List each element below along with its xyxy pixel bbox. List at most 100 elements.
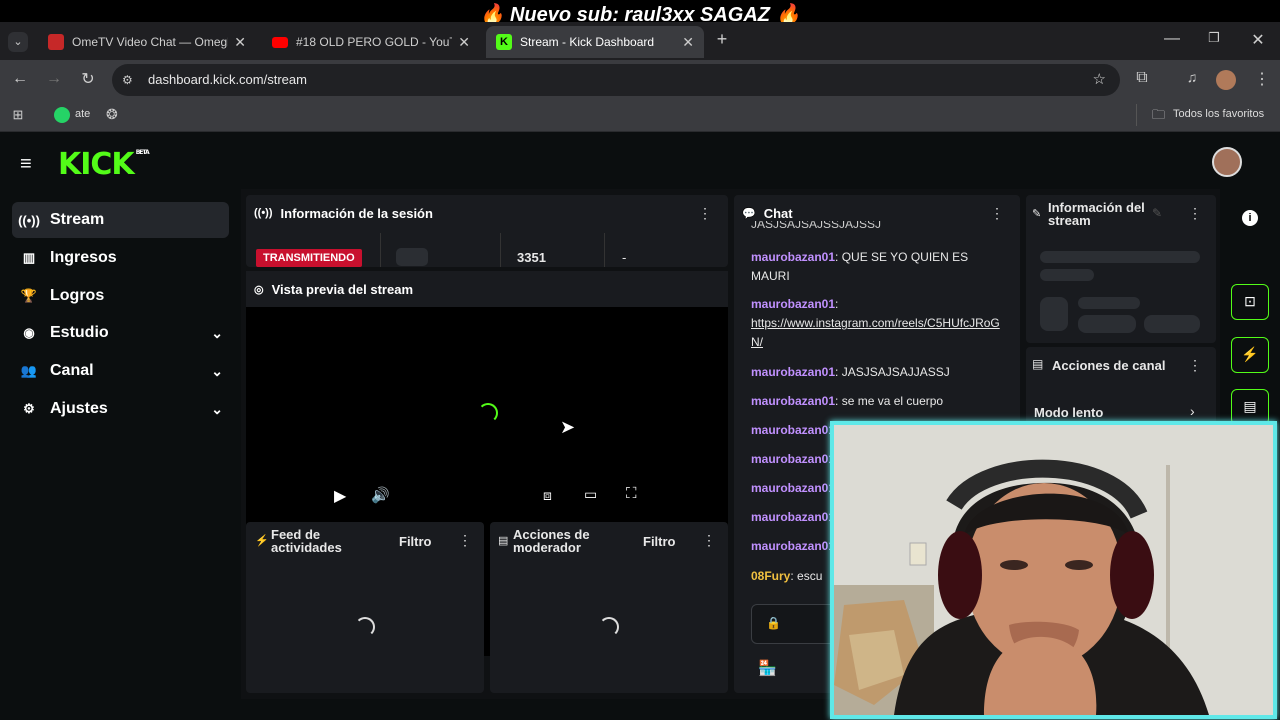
kick-logo[interactable]: KICK BETA — [58, 147, 150, 182]
close-tab-icon[interactable]: ✕ — [458, 34, 470, 51]
tab-title: Stream - Kick Dashboard — [520, 35, 655, 49]
edit-icon[interactable]: ✎ — [1152, 206, 1162, 220]
theater-mode-icon[interactable]: ▭ — [584, 486, 597, 503]
chevron-down-icon: ⌄ — [211, 324, 223, 341]
close-tab-icon[interactable]: ✕ — [234, 34, 246, 51]
forward-icon[interactable]: → — [42, 70, 66, 88]
all-favorites[interactable]: Todos los favoritos — [1173, 108, 1264, 120]
reload-icon[interactable]: ↻ — [76, 69, 100, 89]
sidebar-item-ingresos[interactable]: ▥ Ingresos — [12, 240, 229, 276]
chat-text: : JASJSAJSAJJASSJ — [835, 365, 950, 379]
sidebar-item-ajustes[interactable]: ⚙ Ajustes ⌄ — [12, 391, 229, 427]
skeleton-line — [1040, 269, 1094, 281]
browser-toolbar: ← → ↻ ⚙ dashboard.kick.com/stream ☆ ⧉ ♫ … — [0, 60, 1280, 100]
site-info-icon[interactable]: ⚙ — [122, 64, 133, 96]
more-options-icon[interactable]: ⋮ — [698, 205, 712, 222]
openai-icon[interactable]: ❂ — [106, 106, 118, 123]
minimize-icon[interactable]: — — [1160, 30, 1184, 48]
more-options-icon[interactable]: ⋮ — [458, 532, 472, 549]
bookmark-star-icon[interactable]: ☆ — [1093, 64, 1106, 96]
url-text: dashboard.kick.com/stream — [148, 72, 307, 87]
document-icon: ▤ — [498, 535, 509, 547]
apps-grid-icon[interactable]: ⊞ — [6, 107, 30, 123]
slow-mode-item[interactable]: Modo lento — [1034, 405, 1103, 420]
divider — [604, 233, 605, 267]
broadcast-icon: ((•)) — [18, 212, 40, 228]
sidebar-item-label: Estudio — [50, 324, 109, 341]
profile-avatar[interactable] — [1216, 70, 1236, 90]
chat-username[interactable]: maurobazan01 — [751, 423, 835, 437]
play-icon[interactable]: ▶ — [334, 486, 346, 506]
info-icon[interactable]: i — [1242, 210, 1258, 226]
more-options-icon[interactable]: ⋮ — [1188, 357, 1202, 374]
tab-youtube[interactable]: #18 OLD PERO GOLD - YouTube ✕ — [262, 26, 480, 58]
mouse-cursor-icon: ➤ — [560, 417, 576, 437]
tab-ometv[interactable]: OmeTV Video Chat — Omegle ✕ — [38, 26, 256, 58]
more-options-icon[interactable]: ⋮ — [702, 532, 716, 549]
gear-icon: ⚙ — [23, 401, 35, 416]
moderator-actions-panel: ▤ Acciones de moderador Filtro ⋮ — [490, 522, 728, 693]
panel-title: Información del stream — [1048, 200, 1145, 228]
chevron-down-icon: ⌄ — [211, 362, 223, 379]
filter-button[interactable]: Filtro — [643, 534, 676, 549]
session-info-panel: ((•)) Información de la sesión ⋮ TRANSMIT… — [246, 195, 728, 267]
sidebar-item-logros[interactable]: 🏆 Logros — [12, 278, 229, 314]
chat-username[interactable]: maurobazan01 — [751, 394, 835, 408]
close-window-icon[interactable]: ✕ — [1246, 30, 1270, 50]
preview-icon: ◎ — [254, 283, 264, 296]
more-options-icon[interactable]: ⋮ — [990, 205, 1004, 222]
chat-username[interactable]: maurobazan01 — [751, 365, 835, 379]
chat-text: : se me va el cuerpo — [835, 394, 944, 408]
chat-username[interactable]: maurobazan01 — [751, 297, 835, 311]
mod-log-button[interactable]: ▤ — [1231, 389, 1269, 425]
back-icon[interactable]: ← — [8, 70, 32, 88]
store-icon[interactable]: 🏪 — [758, 659, 777, 677]
hamburger-menu-icon[interactable]: ≡ — [20, 153, 32, 176]
sidebar-item-estudio[interactable]: ◉ Estudio ⌄ — [12, 315, 229, 351]
menu-icon[interactable]: ⋮ — [1250, 69, 1274, 89]
panel-title: Feed de actividades — [271, 527, 342, 555]
restore-icon[interactable]: ❐ — [1202, 30, 1226, 46]
new-tab-icon[interactable]: + — [710, 29, 734, 50]
media-control-icon[interactable]: ♫ — [1180, 69, 1204, 85]
logo-badge: BETA — [135, 149, 150, 156]
skeleton-line — [1078, 297, 1140, 309]
close-tab-icon[interactable]: ✕ — [682, 34, 694, 51]
trophy-icon: 🏆 — [20, 288, 38, 303]
user-avatar[interactable] — [1212, 147, 1242, 177]
chat-message: maurobazan01: https://www.instagram.com/… — [751, 295, 1001, 352]
extensions-icon[interactable]: ⧉ — [1130, 69, 1154, 87]
sidebar-item-canal[interactable]: 👥 Canal ⌄ — [12, 353, 229, 389]
sidebar-item-label: Stream — [50, 211, 105, 228]
chat-username[interactable]: maurobazan01 — [751, 452, 835, 466]
loading-spinner-icon — [478, 403, 498, 423]
tab-search-icon[interactable]: ⌄ — [8, 32, 28, 52]
chat-username[interactable]: maurobazan01 — [751, 481, 835, 495]
bookmarks-bar: ⊞ ate ❂ 🗀 Todos los favoritos — [0, 100, 1280, 132]
address-bar[interactable]: ⚙ dashboard.kick.com/stream ☆ — [112, 64, 1120, 96]
banner-text: 🔥 Nuevo sub: raul3xx SAGAZ 🔥 — [479, 4, 801, 22]
chevron-right-icon[interactable]: › — [1190, 403, 1195, 419]
sidebar-item-label: Canal — [50, 362, 94, 379]
metric-placeholder — [396, 248, 428, 266]
sidebar-item-label: Ingresos — [50, 249, 117, 266]
ometv-favicon-icon — [48, 34, 64, 50]
quick-actions-button[interactable]: ⚡ — [1231, 337, 1269, 373]
chat-username[interactable]: 08Fury — [751, 569, 790, 583]
loading-spinner-icon — [355, 617, 375, 637]
chat-username[interactable]: maurobazan01 — [751, 539, 835, 553]
preview-toggle-button[interactable]: ⊡ — [1231, 284, 1269, 320]
bookmark-ate[interactable]: ate — [75, 108, 90, 120]
chat-username[interactable]: maurobazan01 — [751, 510, 835, 524]
bookmark-divider — [1136, 104, 1137, 126]
filter-button[interactable]: Filtro — [399, 534, 432, 549]
more-options-icon[interactable]: ⋮ — [1188, 205, 1202, 222]
volume-icon[interactable]: 🔊 — [371, 486, 390, 504]
fullscreen-icon[interactable]: ⛶ — [626, 485, 637, 502]
miniplayer-icon[interactable]: ⧈ — [543, 487, 552, 504]
sidebar-item-stream[interactable]: ((•)) Stream — [12, 202, 229, 238]
tab-kick-dashboard[interactable]: K Stream - Kick Dashboard ✕ — [486, 26, 704, 58]
chat-username[interactable]: maurobazan01 — [751, 250, 835, 264]
chat-link[interactable]: https://www.instagram.com/reels/C5HUfcJR… — [751, 316, 1000, 349]
stream-info-panel: ✎ Información del stream ✎ ⋮ — [1026, 195, 1216, 343]
